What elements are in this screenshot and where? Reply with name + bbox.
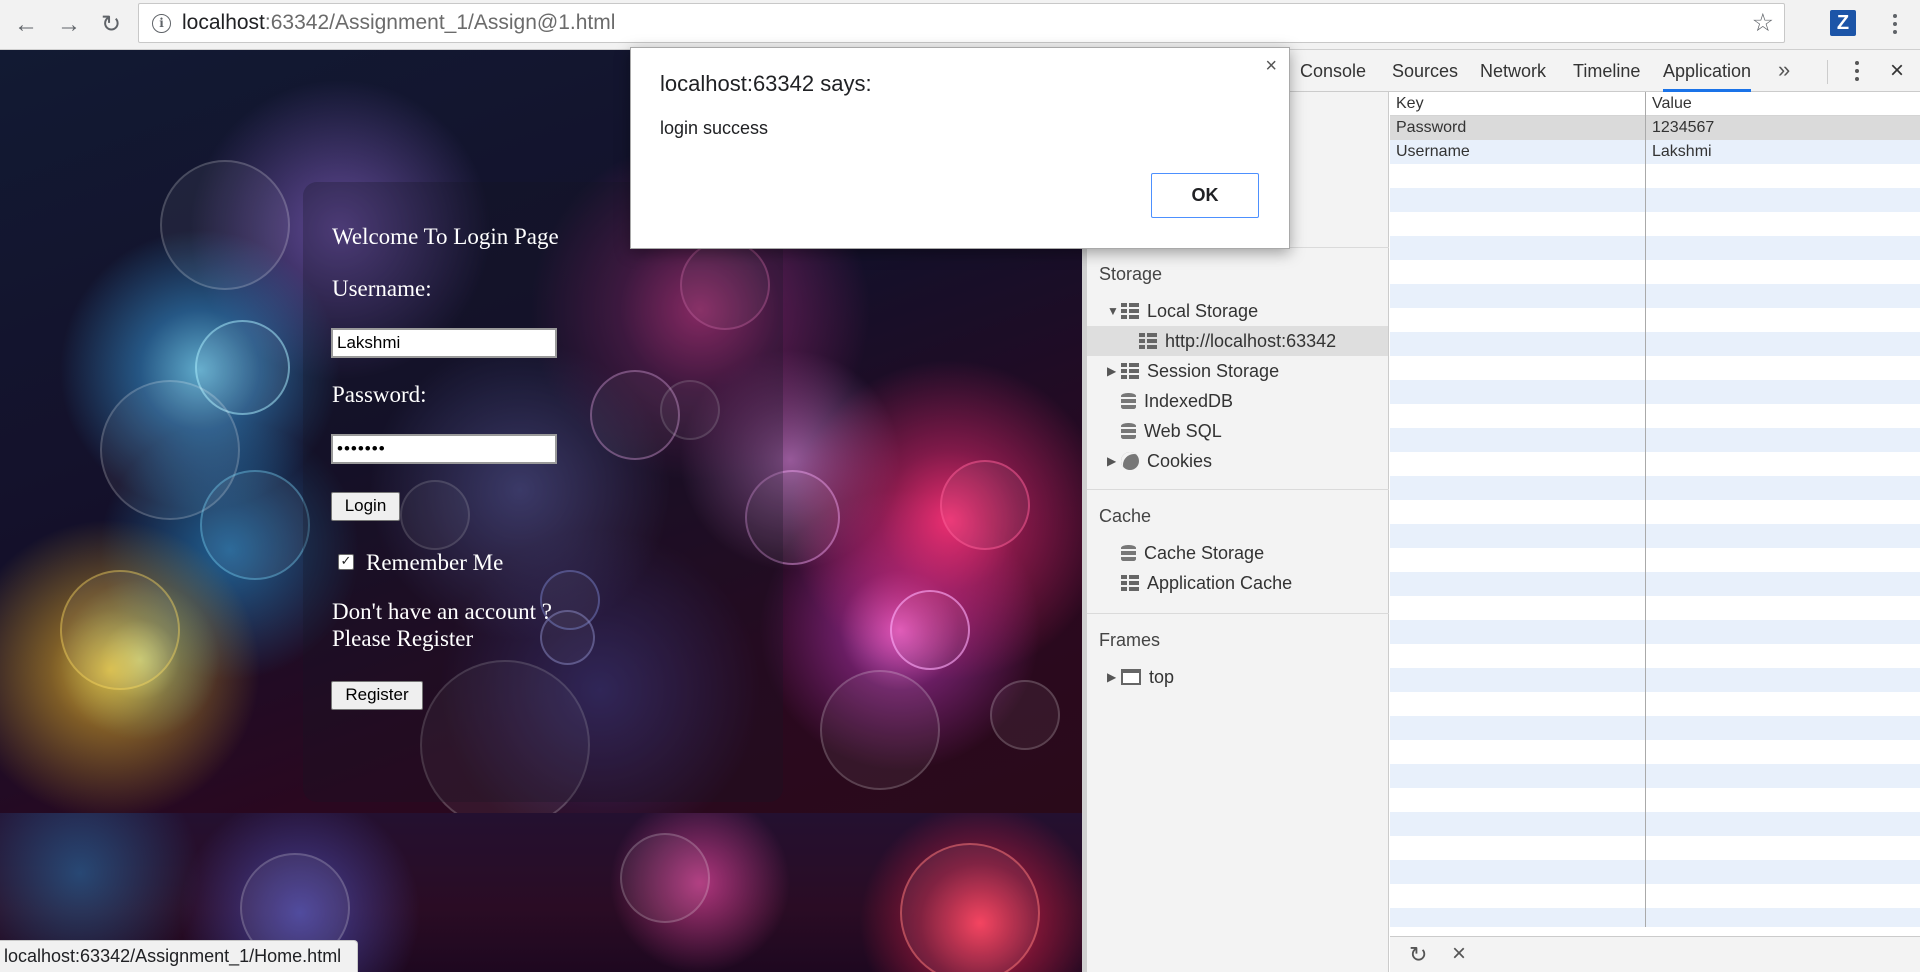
database-icon xyxy=(1121,544,1136,562)
close-icon[interactable]: × xyxy=(1265,56,1277,76)
browser-menu-icon[interactable] xyxy=(1880,8,1910,40)
tab-timeline[interactable]: Timeline xyxy=(1573,50,1640,92)
bookmark-star-icon[interactable]: ☆ xyxy=(1752,9,1774,37)
grid-storage-icon xyxy=(1121,575,1139,591)
grid-storage-icon xyxy=(1121,303,1139,319)
devtools-close-icon[interactable]: × xyxy=(1890,50,1904,92)
table-row[interactable]: Password 1234567 xyxy=(1390,116,1920,140)
frame-window-icon xyxy=(1121,669,1141,685)
username-label: Username: xyxy=(332,276,432,301)
column-value-header[interactable]: Value xyxy=(1652,92,1692,116)
collapsed-triangle-icon[interactable]: ▶ xyxy=(1107,662,1121,692)
sidebar-divider xyxy=(1087,613,1389,614)
sidebar-item-application-cache[interactable]: Application Cache xyxy=(1121,568,1292,598)
username-field[interactable]: Lakshmi xyxy=(331,328,557,358)
sidebar-divider xyxy=(1087,489,1389,490)
sidebar-item-label: top xyxy=(1149,667,1175,687)
clear-icon[interactable]: × xyxy=(1452,941,1466,967)
sidebar-item-local-storage[interactable]: ▼ Local Storage xyxy=(1107,296,1258,326)
remember-me-checkbox[interactable]: ✓ xyxy=(338,554,354,570)
sidebar-item-frame-top[interactable]: ▶ top xyxy=(1107,662,1174,692)
sidebar-item-label: Session Storage xyxy=(1147,361,1280,381)
dialog-message: login success xyxy=(660,118,769,138)
cookie-icon xyxy=(1121,452,1139,470)
sidebar-item-label: http://localhost:63342 xyxy=(1165,331,1337,351)
site-info-icon[interactable]: i xyxy=(152,14,171,33)
sidebar-item-label: Cache Storage xyxy=(1144,543,1265,563)
cache-header: Cache xyxy=(1099,506,1152,526)
storage-table: Key Value Password 1234567 Username Laks… xyxy=(1390,92,1920,927)
table-row[interactable]: Username Lakshmi xyxy=(1390,140,1920,164)
password-label: Password: xyxy=(332,382,427,407)
storage-header: Storage xyxy=(1099,264,1163,284)
collapsed-triangle-icon[interactable]: ▶ xyxy=(1107,446,1121,476)
tab-console[interactable]: Console xyxy=(1300,50,1366,92)
sidebar-item-cookies[interactable]: ▶ Cookies xyxy=(1107,446,1212,476)
browser-toolbar: ← → ↻ i localhost:63342/Assignment_1/Ass… xyxy=(0,0,1920,50)
refresh-icon[interactable]: ↻ xyxy=(1409,942,1427,968)
register-prompt-line1: Don't have an account ? xyxy=(332,599,552,624)
sidebar-item-label: Web SQL xyxy=(1144,421,1222,441)
row-key: Password xyxy=(1396,119,1467,136)
database-icon xyxy=(1121,422,1136,440)
address-url[interactable]: localhost:63342/Assignment_1/Assign@1.ht… xyxy=(182,4,615,42)
url-host: localhost xyxy=(182,11,265,34)
tab-network[interactable]: Network xyxy=(1480,50,1546,92)
tab-application[interactable]: Application xyxy=(1663,50,1752,92)
forward-icon[interactable]: → xyxy=(52,8,86,42)
tabbar-divider xyxy=(1827,60,1828,84)
more-tabs-icon[interactable]: » xyxy=(1778,50,1790,92)
alert-dialog: × localhost:63342 says: login success OK xyxy=(630,47,1290,249)
sidebar-item-label: Application Cache xyxy=(1147,573,1293,593)
sidebar-item-label: Cookies xyxy=(1147,451,1213,471)
sidebar-item-label: Local Storage xyxy=(1147,301,1259,321)
extension-z-icon[interactable]: Z xyxy=(1830,10,1856,36)
devtools-menu-icon[interactable] xyxy=(1847,58,1867,84)
column-key-header[interactable]: Key xyxy=(1396,92,1424,116)
login-button[interactable]: Login xyxy=(331,492,400,521)
dialog-title: localhost:63342 says: xyxy=(660,71,872,96)
sidebar-item-cache-storage[interactable]: Cache Storage xyxy=(1121,538,1264,568)
ok-button[interactable]: OK xyxy=(1151,173,1259,218)
sidebar-item-indexeddb[interactable]: IndexedDB xyxy=(1121,386,1233,416)
row-value: 1234567 xyxy=(1652,119,1715,136)
remember-me-label: Remember Me xyxy=(366,550,504,575)
database-icon xyxy=(1121,392,1136,410)
sidebar-item-session-storage[interactable]: ▶ Session Storage xyxy=(1107,356,1279,386)
grid-storage-icon xyxy=(1139,333,1157,349)
table-header: Key Value xyxy=(1390,92,1920,116)
register-button[interactable]: Register xyxy=(331,681,423,710)
table-body: Password 1234567 Username Lakshmi xyxy=(1390,116,1920,927)
row-key: Username xyxy=(1396,143,1470,160)
row-value: Lakshmi xyxy=(1652,143,1712,160)
status-bar-url: localhost:63342/Assignment_1/Home.html xyxy=(0,940,359,972)
password-field[interactable]: ••••••• xyxy=(331,434,557,464)
sidebar-item-local-storage-origin[interactable]: http://localhost:63342 xyxy=(1087,326,1388,356)
register-prompt-line2: Please Register xyxy=(332,626,474,651)
column-divider[interactable] xyxy=(1645,92,1646,927)
sidebar-item-label: IndexedDB xyxy=(1144,391,1234,411)
storage-toolbar: ↻ × xyxy=(1390,936,1920,972)
register-prompt: Don't have an account ? Please Register xyxy=(332,598,552,652)
url-path: :63342/Assignment_1/Assign@1.html xyxy=(264,11,616,34)
collapsed-triangle-icon[interactable]: ▶ xyxy=(1107,356,1121,386)
tab-sources[interactable]: Sources xyxy=(1392,50,1458,92)
address-bar[interactable]: i localhost:63342/Assignment_1/Assign@1.… xyxy=(138,3,1785,43)
grid-storage-icon xyxy=(1121,363,1139,379)
expanded-triangle-icon[interactable]: ▼ xyxy=(1107,296,1121,326)
reload-icon[interactable]: ↻ xyxy=(94,8,128,42)
sidebar-item-websql[interactable]: Web SQL xyxy=(1121,416,1222,446)
page-title: Welcome To Login Page xyxy=(332,224,559,249)
frames-header: Frames xyxy=(1099,630,1161,650)
back-icon[interactable]: ← xyxy=(9,8,43,42)
